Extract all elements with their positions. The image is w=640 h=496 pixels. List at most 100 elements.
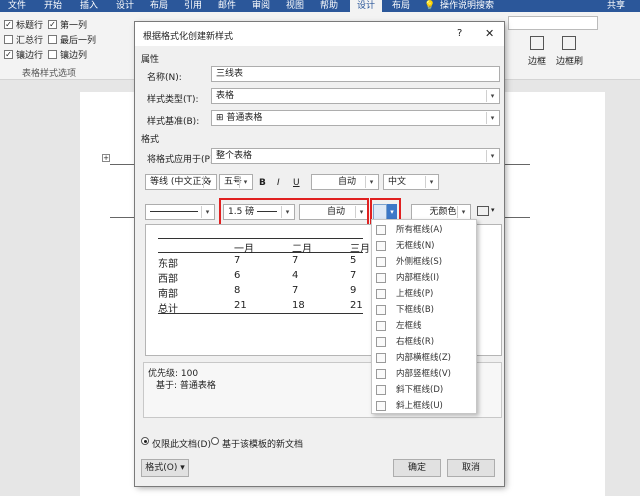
italic-button[interactable]: I <box>277 178 280 188</box>
preview-cell: 总计 <box>158 304 178 315</box>
option-first-column[interactable]: ✓ 第一列 <box>48 18 87 31</box>
option-banded-rows[interactable]: ✓ 镶边行 <box>4 48 43 61</box>
section-format: 格式 <box>141 135 160 145</box>
bold-button[interactable]: B <box>259 178 266 188</box>
borders-icon[interactable] <box>530 36 544 50</box>
preview-header: 一月 <box>234 244 254 255</box>
borders-menu: 所有框线(A) 无框线(N) 外侧框线(S) 内部框线(I) 上框线(P) 下框… <box>371 219 477 414</box>
pen-style-dropdown[interactable] <box>508 16 598 30</box>
menu-item-inside-vertical[interactable]: 内部竖框线(V) <box>372 366 476 382</box>
all-borders-icon <box>376 225 386 235</box>
menu-item-right-border[interactable]: 右框线(R) <box>372 334 476 350</box>
tab-insert[interactable]: 插入 <box>76 0 102 12</box>
tab-layout[interactable]: 布局 <box>146 0 172 12</box>
menu-item-no-border[interactable]: 无框线(N) <box>372 238 476 254</box>
group-label: 表格样式选项 <box>22 69 77 79</box>
chevron-down-icon: ▾ <box>239 176 251 188</box>
preview-cell: 21 <box>350 300 363 311</box>
preview-cell: 7 <box>350 270 357 281</box>
line-style-icon <box>150 211 198 212</box>
preview-header-rule <box>158 252 363 253</box>
outside-borders-icon <box>376 257 386 267</box>
preview-cell: 18 <box>292 300 305 311</box>
underline-button[interactable]: U <box>293 178 300 188</box>
border-style-select[interactable]: ▾ <box>145 204 215 220</box>
preview-bottom-rule <box>158 313 363 314</box>
preview-cell: 西部 <box>158 274 178 285</box>
tell-me-search[interactable]: 操作说明搜索 <box>440 0 500 12</box>
preview-cell: 7 <box>292 285 299 296</box>
tab-design[interactable]: 设计 <box>112 0 138 12</box>
help-icon[interactable]: ? <box>457 28 462 39</box>
section-properties: 属性 <box>141 55 160 65</box>
chevron-down-icon[interactable]: ▾ <box>491 206 495 214</box>
font-select[interactable]: 等线 (中文正文 ▾ <box>145 174 217 190</box>
style-type-select[interactable]: 表格 ▾ <box>211 88 500 104</box>
inside-borders-icon <box>376 273 386 283</box>
preview-cell: 7 <box>234 255 241 266</box>
option-banded-columns[interactable]: 镶边列 <box>48 48 87 61</box>
top-border-icon <box>376 289 386 299</box>
tab-references[interactable]: 引用 <box>180 0 206 12</box>
radio-template[interactable] <box>211 437 219 445</box>
font-color-select[interactable]: 自动 ▾ <box>311 174 379 190</box>
menu-item-bottom-border[interactable]: 下框线(B) <box>372 302 476 318</box>
close-icon[interactable]: ✕ <box>485 27 494 40</box>
option-total-row[interactable]: 汇总行 <box>4 33 43 46</box>
radio-only-doc-label[interactable]: 仅限此文档(D) <box>152 437 211 450</box>
menu-item-inside-borders[interactable]: 内部框线(I) <box>372 270 476 286</box>
left-border-icon <box>376 321 386 331</box>
diagonal-down-border-icon <box>376 385 386 395</box>
border-painter-icon[interactable] <box>562 36 576 50</box>
preview-cell: 4 <box>292 270 299 281</box>
style-base-select[interactable]: ⊞ 普通表格 ▾ <box>211 110 500 126</box>
name-input[interactable]: 三线表 <box>211 66 500 82</box>
tab-view[interactable]: 视图 <box>282 0 308 12</box>
menu-item-all-borders[interactable]: 所有框线(A) <box>372 222 476 238</box>
borders-button-label[interactable]: 边框 <box>528 54 546 67</box>
tab-home[interactable]: 开始 <box>40 0 66 12</box>
right-border-icon <box>376 337 386 347</box>
preview-header: 二月 <box>292 244 312 255</box>
dialog-title: 根据格式化创建新样式 <box>143 32 234 42</box>
tab-file[interactable]: 文件 <box>4 0 30 12</box>
checkbox-icon <box>4 34 13 44</box>
radio-only-doc[interactable] <box>141 437 149 445</box>
apply-to-select[interactable]: 整个表格 ▾ <box>211 148 500 164</box>
base-label: 样式基准(B): <box>147 117 200 127</box>
cancel-button[interactable]: 取消 <box>447 459 495 477</box>
share-button[interactable]: 共享 <box>596 0 636 12</box>
menu-item-diagonal-down[interactable]: 斜下框线(D) <box>372 382 476 398</box>
chevron-down-icon: ▾ <box>486 112 498 124</box>
menu-item-outside-borders[interactable]: 外侧框线(S) <box>372 254 476 270</box>
tab-table-design[interactable]: 设计 <box>350 0 382 12</box>
tab-help[interactable]: 帮助 <box>316 0 342 12</box>
alignment-icon[interactable] <box>477 206 489 216</box>
tab-mailings[interactable]: 邮件 <box>214 0 240 12</box>
preview-cell: 8 <box>234 285 241 296</box>
option-header-row[interactable]: ✓ 标题行 <box>4 18 43 31</box>
radio-template-label[interactable]: 基于该模板的新文档 <box>222 437 303 450</box>
checkbox-icon <box>48 34 57 44</box>
ok-button[interactable]: 确定 <box>393 459 441 477</box>
menu-item-inside-horizontal[interactable]: 内部横框线(Z) <box>372 350 476 366</box>
format-button[interactable]: 格式(O) ▾ <box>141 459 189 477</box>
bottom-border-icon <box>376 305 386 315</box>
type-label: 样式类型(T): <box>147 95 199 105</box>
preview-cell: 7 <box>292 255 299 266</box>
table-move-handle[interactable]: + <box>102 154 110 162</box>
language-select[interactable]: 中文 ▾ <box>383 174 439 190</box>
tab-table-layout[interactable]: 布局 <box>388 0 414 12</box>
chevron-down-icon: ▾ <box>201 206 213 218</box>
border-painter-button-label[interactable]: 边框刷 <box>556 54 583 67</box>
font-size-select[interactable]: 五号 ▾ <box>219 174 253 190</box>
shading-select[interactable]: 无颜色 ▾ <box>411 204 471 220</box>
apply-to-label: 将格式应用于(P): <box>147 155 217 165</box>
checkbox-icon <box>48 49 57 59</box>
menu-item-left-border[interactable]: 左框线 <box>372 318 476 334</box>
menu-item-top-border[interactable]: 上框线(P) <box>372 286 476 302</box>
tab-review[interactable]: 审阅 <box>248 0 274 12</box>
menu-item-diagonal-up[interactable]: 斜上框线(U) <box>372 398 476 414</box>
name-label: 名称(N): <box>147 73 182 83</box>
option-last-column[interactable]: 最后一列 <box>48 33 96 46</box>
